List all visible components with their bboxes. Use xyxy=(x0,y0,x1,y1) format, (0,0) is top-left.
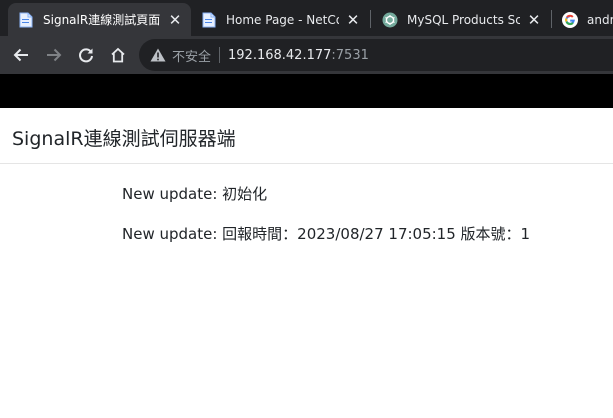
document-icon xyxy=(201,12,217,28)
close-icon[interactable]: ✕ xyxy=(167,12,183,28)
home-icon xyxy=(111,47,125,63)
close-icon[interactable]: ✕ xyxy=(345,12,361,28)
tab-signalr-test[interactable]: SignalR連線測試頁面 ✕ xyxy=(8,3,191,36)
google-icon xyxy=(562,11,578,28)
arrow-right-icon xyxy=(47,48,62,62)
reload-button[interactable] xyxy=(72,41,100,69)
message-item: New update: 初始化 xyxy=(122,184,530,224)
arrow-left-icon xyxy=(13,48,28,62)
url-port: :7531 xyxy=(331,47,369,63)
close-icon[interactable]: ✕ xyxy=(526,12,542,28)
reload-icon xyxy=(79,48,93,63)
message-text: 回報時間：2023/08/27 17:05:15 版本號：1 xyxy=(222,225,531,243)
forward-button[interactable] xyxy=(40,41,68,69)
message-prefix: New update: xyxy=(122,185,218,203)
home-button[interactable] xyxy=(104,41,132,69)
tab-title: SignalR連線測試頁面 xyxy=(43,13,161,27)
tab-strip: SignalR連線測試頁面 ✕ Home Page - NetCo ✕ MySQ… xyxy=(0,0,613,36)
message-prefix: New update: xyxy=(122,225,218,243)
browser-toolbar: 不安全 192.168.42.177 :7531 xyxy=(0,36,613,74)
warning-icon[interactable] xyxy=(150,47,166,63)
back-button[interactable] xyxy=(7,41,35,69)
page-navbar: SignalR連線測試伺服器端 xyxy=(0,108,613,164)
navbar-brand[interactable]: SignalR連線測試伺服器端 xyxy=(12,124,236,151)
tab-google-search[interactable]: andr xyxy=(552,3,613,36)
address-divider xyxy=(219,47,221,63)
bookmark-bar xyxy=(0,74,613,108)
tab-home-page[interactable]: Home Page - NetCo ✕ xyxy=(191,3,369,36)
messages-list: New update: 初始化 New update: 回報時間：2023/08… xyxy=(122,184,530,264)
tab-separator xyxy=(370,10,371,28)
chatgpt-icon xyxy=(382,12,398,28)
url-host: 192.168.42.177 xyxy=(228,47,332,63)
message-text: 初始化 xyxy=(222,185,268,203)
tab-title: Home Page - NetCo xyxy=(226,12,339,27)
message-item: New update: 回報時間：2023/08/27 17:05:15 版本號… xyxy=(122,224,530,264)
tab-title: MySQL Products Sch xyxy=(407,12,520,27)
security-label[interactable]: 不安全 xyxy=(172,46,211,65)
tab-mysql-products[interactable]: MySQL Products Sch ✕ xyxy=(372,3,550,36)
document-icon xyxy=(18,12,34,28)
address-bar[interactable]: 不安全 192.168.42.177 :7531 xyxy=(139,39,613,71)
tab-title: andr xyxy=(587,12,613,27)
